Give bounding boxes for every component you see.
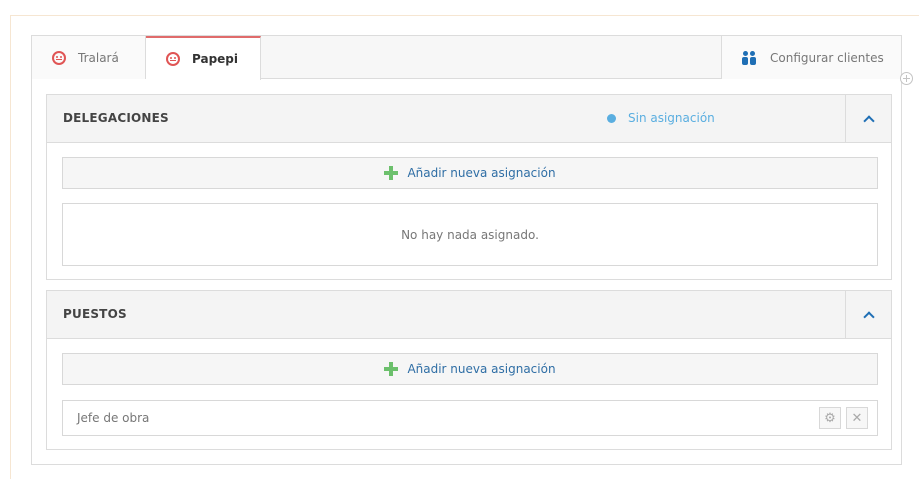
frame-left-rule <box>10 15 11 479</box>
plus-icon <box>384 362 399 376</box>
frame-top-rule <box>10 15 919 16</box>
close-icon: ✕ <box>851 410 863 426</box>
list-item: Jefe de obra ⚙ ✕ <box>62 400 878 436</box>
tab-papepi[interactable]: Papepi <box>146 36 261 80</box>
chevron-up-icon <box>862 310 875 323</box>
tab-tralara[interactable]: Tralará <box>32 36 146 79</box>
sad-face-icon <box>166 52 180 66</box>
add-assignment-button[interactable]: Añadir nueva asignación <box>62 157 878 189</box>
tab-label: Papepi <box>192 52 239 66</box>
status-label: Sin asignación <box>628 111 715 125</box>
plus-icon <box>384 166 399 180</box>
puestos-section: PUESTOS Añadir nueva asignación Jefe de … <box>46 290 892 450</box>
assignment-status: Sin asignación <box>607 95 715 141</box>
configure-clients-label: Configurar clientes <box>770 50 884 65</box>
configure-clients-button[interactable]: Configurar clientes <box>721 36 901 79</box>
remove-button[interactable]: ✕ <box>846 407 868 429</box>
delegaciones-header: DELEGACIONES Sin asignación <box>47 95 891 143</box>
tab-label: Tralará <box>78 50 119 65</box>
people-icon <box>742 50 756 65</box>
section-title: PUESTOS <box>63 307 127 321</box>
empty-state-text: No hay nada asignado. <box>401 227 539 242</box>
section-title: DELEGACIONES <box>63 111 169 125</box>
settings-button[interactable]: ⚙ <box>819 407 841 429</box>
add-assignment-button[interactable]: Añadir nueva asignación <box>62 353 878 385</box>
collapse-delegaciones-button[interactable] <box>845 95 891 142</box>
item-label: Jefe de obra <box>77 411 150 425</box>
sad-face-icon <box>52 50 66 65</box>
chevron-up-icon <box>862 114 875 127</box>
gear-icon: ⚙ <box>824 410 836 426</box>
tab-bar: Tralará Papepi Configurar clientes <box>32 36 901 80</box>
status-dot-icon <box>607 113 616 123</box>
empty-state: No hay nada asignado. <box>62 203 878 266</box>
collapse-puestos-button[interactable] <box>845 291 891 338</box>
add-assignment-label: Añadir nueva asignación <box>407 362 556 376</box>
puestos-header: PUESTOS <box>47 291 891 339</box>
delegaciones-section: DELEGACIONES Sin asignación Añadir nueva… <box>46 94 892 280</box>
add-handle-icon[interactable] <box>900 72 913 85</box>
add-assignment-label: Añadir nueva asignación <box>407 166 556 180</box>
